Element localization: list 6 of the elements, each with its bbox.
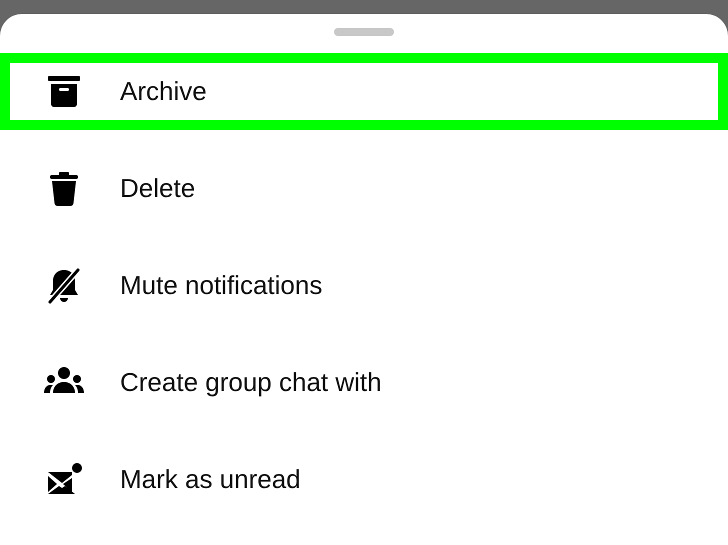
menu-item[interactable]: Delete — [0, 140, 728, 237]
menu-item[interactable]: Mute notifications — [0, 237, 728, 334]
menu-item[interactable]: Create group chat with — [0, 334, 728, 431]
menu-item[interactable]: Archive — [0, 53, 728, 130]
menu-item[interactable]: Mark as unread — [0, 431, 728, 528]
drag-handle[interactable] — [334, 28, 394, 36]
